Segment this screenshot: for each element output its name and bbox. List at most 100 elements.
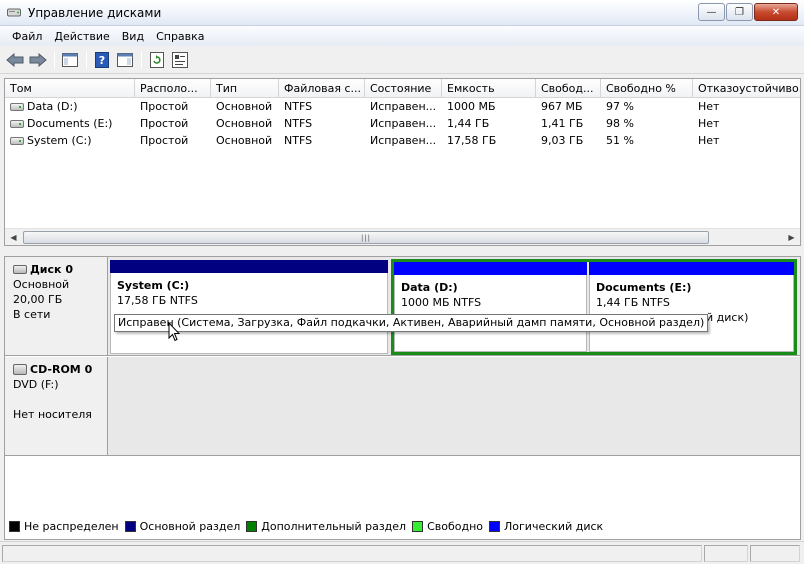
status-cell: Исправен... — [370, 134, 437, 147]
properties-icon — [172, 51, 188, 68]
table-row[interactable]: System (C:) Простой Основной NTFS Исправ… — [5, 132, 800, 149]
primary-partition-bar — [110, 260, 388, 273]
window-title: Управление дисками — [28, 6, 162, 20]
percent-free-cell: 98 % — [606, 117, 634, 130]
status-segment — [704, 545, 748, 562]
column-header-status[interactable]: Состояние — [365, 79, 442, 98]
table-row[interactable]: Data (D:) Простой Основной NTFS Исправен… — [5, 98, 800, 115]
hard-drive-icon — [10, 102, 24, 111]
minimize-button[interactable]: — — [698, 3, 725, 21]
column-header-volume[interactable]: Том — [5, 79, 135, 98]
filesystem-cell: NTFS — [284, 134, 313, 147]
partition-name: Data (D:) — [401, 281, 458, 294]
volume-name: Data (D:) — [27, 100, 78, 113]
horizontal-scrollbar[interactable]: ◀ ||| ▶ — [5, 228, 800, 245]
console-tree-icon — [62, 52, 78, 67]
partition-name: System (C:) — [117, 279, 190, 292]
cdrom-0-row[interactable]: CD-ROM 0 DVD (F:) Нет носителя — [5, 357, 800, 456]
status-bar — [0, 541, 804, 564]
close-button[interactable]: ✕ — [754, 3, 798, 21]
maximize-button[interactable]: ❐ — [726, 3, 753, 21]
scroll-left-arrow-icon[interactable]: ◀ — [5, 229, 22, 246]
type-cell: Основной — [216, 100, 273, 113]
menu-bar: Файл Действие Вид Справка — [0, 26, 804, 46]
column-header-percent-free[interactable]: Свободно % — [601, 79, 693, 98]
partition-size: 17,58 ГБ NTFS — [117, 294, 198, 307]
window-controls: — ❐ ✕ — [697, 3, 798, 21]
arrow-right-icon — [29, 52, 47, 67]
arrow-left-icon — [6, 52, 24, 67]
status-segment — [2, 545, 702, 562]
menu-file[interactable]: Файл — [6, 30, 48, 43]
show-hide-console-tree-button[interactable] — [59, 50, 81, 70]
volume-name: System (C:) — [27, 134, 92, 147]
free-space-cell: 1,41 ГБ — [541, 117, 584, 130]
column-header-free-space[interactable]: Свобод... — [536, 79, 601, 98]
legend-item-extended: Дополнительный раздел — [246, 520, 406, 533]
type-cell: Основной — [216, 117, 273, 130]
refresh-button[interactable] — [146, 50, 168, 70]
toolbar: ? — [0, 46, 804, 74]
layout-cell: Простой — [140, 117, 189, 130]
partition-system-c[interactable]: System (C:) 17,58 ГБ NTFS — [110, 260, 388, 354]
legend: Не распределен Основной раздел Дополните… — [4, 515, 609, 537]
table-row[interactable]: Documents (E:) Простой Основной NTFS Исп… — [5, 115, 800, 132]
refresh-icon — [150, 51, 164, 68]
logical-drive-bar — [394, 262, 587, 275]
disk-0-label[interactable]: Диск 0 Основной 20,00 ГБ В сети — [5, 257, 108, 355]
scroll-right-arrow-icon[interactable]: ▶ — [783, 229, 800, 246]
fault-tolerance-cell: Нет — [698, 100, 720, 113]
mouse-cursor-icon — [168, 322, 180, 342]
partition-data-d[interactable]: Data (D:) 1000 МБ NTFS — [394, 262, 587, 352]
cdrom-0-name: CD-ROM 0 — [30, 363, 93, 376]
svg-text:?: ? — [99, 54, 105, 67]
cdrom-0-area — [108, 357, 800, 455]
legend-swatch — [246, 520, 258, 532]
layout-cell: Простой — [140, 134, 189, 147]
volume-cell: System (C:) — [5, 132, 135, 149]
menu-view[interactable]: Вид — [116, 30, 150, 43]
show-action-pane-button[interactable] — [114, 50, 136, 70]
extended-partition[interactable]: Data (D:) 1000 МБ NTFS Documents (E:) 1,… — [391, 259, 797, 355]
cd-drive-icon — [13, 364, 27, 375]
cdrom-0-label[interactable]: CD-ROM 0 DVD (F:) Нет носителя — [5, 357, 108, 455]
logical-drive-bar — [589, 262, 794, 275]
disk-0-status: В сети — [13, 308, 51, 321]
capacity-cell: 17,58 ГБ — [447, 134, 497, 147]
filesystem-cell: NTFS — [284, 117, 313, 130]
free-space-cell: 967 МБ — [541, 100, 583, 113]
legend-label: Основной раздел — [139, 519, 241, 533]
volume-cell: Documents (E:) — [5, 115, 135, 132]
properties-button[interactable] — [169, 50, 191, 70]
partition-size: 1,44 ГБ NTFS — [596, 296, 670, 309]
status-segment — [750, 545, 800, 562]
legend-swatch — [412, 520, 424, 532]
disk-0-row[interactable]: Диск 0 Основной 20,00 ГБ В сети System (… — [5, 257, 800, 356]
column-header-type[interactable]: Тип — [211, 79, 279, 98]
volume-list-header: Том Располо... Тип Файловая с... Состоян… — [5, 79, 800, 98]
status-cell: Исправен... — [370, 117, 437, 130]
menu-help[interactable]: Справка — [150, 30, 210, 43]
legend-swatch — [124, 520, 136, 532]
back-button[interactable] — [4, 50, 26, 70]
capacity-cell: 1,44 ГБ — [447, 117, 490, 130]
cdrom-0-type: DVD (F:) — [13, 378, 59, 391]
column-header-layout[interactable]: Располо... — [135, 79, 211, 98]
toolbar-separator — [54, 50, 55, 69]
percent-free-cell: 51 % — [606, 134, 634, 147]
column-header-filesystem[interactable]: Файловая с... — [279, 79, 365, 98]
legend-item-free: Свободно — [412, 520, 483, 533]
scrollbar-thumb[interactable]: ||| — [23, 231, 709, 244]
help-icon: ? — [95, 51, 109, 68]
hard-disk-icon — [13, 265, 27, 274]
help-button[interactable]: ? — [91, 50, 113, 70]
legend-label: Свободно — [427, 519, 484, 533]
column-header-capacity[interactable]: Емкость — [442, 79, 536, 98]
hard-drive-icon — [10, 119, 24, 128]
filesystem-cell: NTFS — [284, 100, 313, 113]
partition-documents-e[interactable]: Documents (E:) 1,44 ГБ NTFS гический дис… — [589, 262, 794, 352]
column-header-fault-tolerance[interactable]: Отказоустойчиво... — [693, 79, 800, 98]
menu-action[interactable]: Действие — [48, 30, 115, 43]
forward-button[interactable] — [27, 50, 49, 70]
